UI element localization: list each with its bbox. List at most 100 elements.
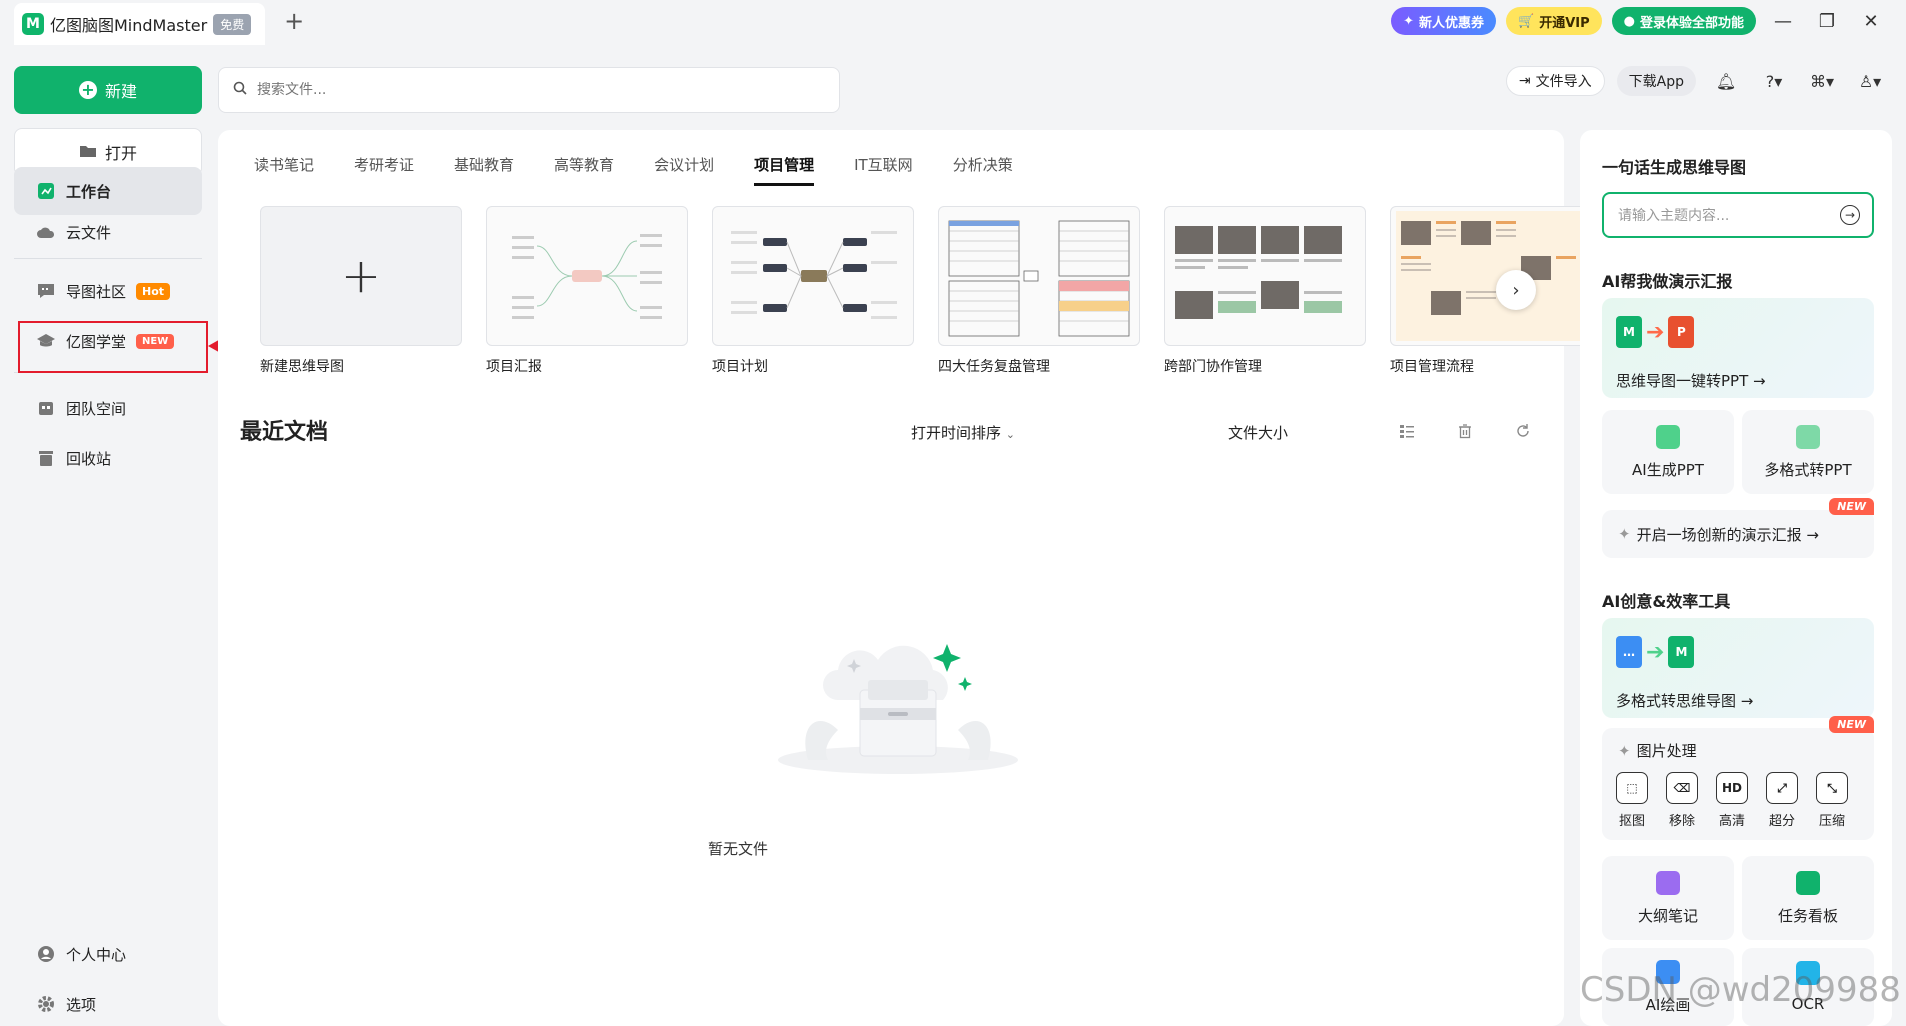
- help-icon[interactable]: ?▾: [1756, 66, 1792, 96]
- annotation-highlight-box: [18, 321, 208, 373]
- mindmap-thumbnail: [486, 206, 688, 346]
- template-card[interactable]: 跨部门协作管理: [1164, 206, 1366, 376]
- template-card[interactable]: 项目计划: [712, 206, 914, 376]
- eraser-icon: ⌫: [1666, 772, 1698, 804]
- card-label: AI生成PPT: [1632, 460, 1704, 479]
- innovate-presentation-card[interactable]: ✦ 开启一场创新的演示汇报 → NEW: [1602, 498, 1874, 558]
- sidebar-item-profile[interactable]: 个人中心: [14, 930, 202, 978]
- sort-dropdown[interactable]: 打开时间排序 ⌄: [911, 422, 1015, 443]
- sparkle-icon: ✦: [1618, 742, 1631, 760]
- list-view-icon[interactable]: [1396, 420, 1418, 442]
- tab-it[interactable]: IT互联网: [854, 154, 913, 186]
- template-card[interactable]: 四大任务复盘管理: [938, 206, 1140, 376]
- notes-icon: [1656, 870, 1680, 895]
- compress-tool[interactable]: ⤡ 压缩: [1810, 772, 1854, 829]
- tool-label: 超分: [1768, 814, 1795, 829]
- import-icon: ⇥: [1518, 73, 1531, 89]
- ai-tools-title: AI创意&效率工具: [1602, 592, 1731, 611]
- main-panel: 读书笔记 考研考证 基础教育 高等教育 会议计划 项目管理 IT互联网 分析决策…: [218, 130, 1592, 1026]
- hd-tool[interactable]: HD 高清: [1710, 772, 1754, 829]
- team-building-icon: [36, 398, 56, 418]
- ppt-file-icon: P: [1668, 316, 1695, 348]
- vip-label: 开通VIP: [1539, 15, 1590, 31]
- new-tab-button[interactable]: +: [279, 7, 309, 35]
- multi-format-mindmap-card[interactable]: … ➔ M 多格式转思维导图 →: [1602, 618, 1874, 718]
- tool-label: 抠图: [1618, 814, 1645, 829]
- download-app-button[interactable]: 下载App: [1616, 66, 1696, 96]
- search-input[interactable]: [257, 82, 817, 98]
- tab-analysis[interactable]: 分析决策: [953, 154, 1013, 186]
- card-label: 思维导图一键转PPT →: [1616, 372, 1766, 390]
- sidebar-item-label: 团队空间: [66, 399, 127, 418]
- close-icon[interactable]: ✕: [1854, 11, 1888, 32]
- ai-ppt-card[interactable]: AI生成PPT: [1602, 410, 1734, 494]
- recent-docs-title: 最近文档: [240, 420, 329, 445]
- bell-icon[interactable]: 🔔︎: [1708, 66, 1744, 96]
- chevron-right-icon[interactable]: ›: [1496, 270, 1536, 310]
- template-card[interactable]: 项目管理流程: [1390, 206, 1592, 376]
- mindmaster-file-icon: M: [1668, 636, 1695, 668]
- login-button[interactable]: ● 登录体验全部功能: [1611, 7, 1756, 35]
- sidebar-item-label: 工作台: [66, 182, 112, 201]
- shirt-icon[interactable]: ♙▾: [1852, 66, 1888, 96]
- sidebar-item-team[interactable]: 团队空间: [14, 384, 202, 432]
- folder-icon: [79, 143, 97, 162]
- apps-icon[interactable]: ⌘▾: [1804, 66, 1840, 96]
- file-size-column: 文件大小: [1228, 424, 1289, 442]
- add-template-icon: +: [260, 206, 462, 346]
- sidebar-item-cloud[interactable]: 云文件: [14, 208, 202, 256]
- template-label: 项目管理流程: [1390, 359, 1474, 375]
- outline-notes-card[interactable]: 大纲笔记: [1602, 856, 1734, 940]
- remove-tool[interactable]: ⌫ 移除: [1660, 772, 1704, 829]
- tab-higher-edu[interactable]: 高等教育: [554, 154, 614, 186]
- delete-icon[interactable]: [1454, 420, 1476, 442]
- sidebar-item-label: 云文件: [66, 223, 112, 242]
- sidebar: + 新建 打开 工作台 云文件 导图社区 Hot 亿图学堂 NEW 团队空间 回…: [0, 42, 214, 1026]
- tab-exam[interactable]: 考研考证: [354, 154, 414, 186]
- image-tools-title: ✦ 图片处理: [1618, 740, 1697, 761]
- task-board-card[interactable]: 任务看板: [1742, 856, 1874, 940]
- minimize-icon[interactable]: —: [1766, 11, 1800, 32]
- tab-basic-edu[interactable]: 基础教育: [454, 154, 514, 186]
- restore-icon[interactable]: ❐: [1810, 11, 1844, 32]
- sidebar-item-trash[interactable]: 回收站: [14, 434, 202, 482]
- image-tools-label: 图片处理: [1636, 742, 1697, 760]
- template-card[interactable]: 项目汇报: [486, 206, 688, 376]
- cutout-tool[interactable]: ⬚ 抠图: [1610, 772, 1654, 829]
- compress-icon: ⤡: [1816, 772, 1848, 804]
- profile-icon: [36, 944, 56, 964]
- import-button[interactable]: ⇥ 文件导入: [1505, 66, 1605, 96]
- upscale-icon: ⤢: [1766, 772, 1798, 804]
- search-bar[interactable]: [218, 67, 840, 113]
- empty-box-illustration: [768, 630, 1028, 780]
- refresh-icon[interactable]: [1512, 420, 1534, 442]
- mindmap-to-ppt-card[interactable]: M ➔ P 思维导图一键转PPT →: [1602, 298, 1874, 398]
- app-tab[interactable]: M 亿图脑图MindMaster 免费: [14, 3, 266, 45]
- topic-input[interactable]: 请输入主题内容... →: [1602, 192, 1874, 238]
- tab-meeting[interactable]: 会议计划: [654, 154, 714, 186]
- tool-label: 高清: [1718, 814, 1745, 829]
- tab-project[interactable]: 项目管理: [754, 154, 815, 186]
- vip-button[interactable]: 🛒 开通VIP: [1506, 7, 1602, 35]
- import-label: 文件导入: [1535, 74, 1592, 90]
- multi-format-ppt-card[interactable]: 多格式转PPT: [1742, 410, 1874, 494]
- sidebar-item-community[interactable]: 导图社区 Hot: [14, 267, 202, 315]
- chat-icon: [36, 281, 56, 301]
- tool-label: 压缩: [1818, 814, 1845, 829]
- coupon-button[interactable]: ✦ 新人优惠券: [1391, 7, 1497, 35]
- upscale-tool[interactable]: ⤢ 超分: [1760, 772, 1804, 829]
- sort-label: 打开时间排序: [911, 424, 1002, 442]
- image-tools-card: ✦ 图片处理 NEW ⬚ 抠图 ⌫ 移除 HD 高清 ⤢ 超分 ⤡ 压缩: [1602, 716, 1874, 840]
- new-button[interactable]: + 新建: [14, 66, 202, 114]
- sidebar-item-label: 个人中心: [66, 945, 127, 964]
- arrow-right-icon: ➔: [1646, 319, 1665, 345]
- download-label: 下载App: [1628, 74, 1684, 90]
- template-card-new[interactable]: + 新建思维导图: [260, 206, 462, 376]
- mindmap-thumbnail: [712, 206, 914, 346]
- sidebar-item-options[interactable]: 选项: [14, 980, 202, 1026]
- tab-reading[interactable]: 读书笔记: [254, 154, 314, 186]
- sidebar-item-label: 导图社区: [66, 282, 127, 301]
- template-label: 新建思维导图: [260, 359, 344, 375]
- mindmaster-file-icon: M: [1616, 316, 1642, 348]
- arrow-right-icon[interactable]: →: [1840, 205, 1860, 225]
